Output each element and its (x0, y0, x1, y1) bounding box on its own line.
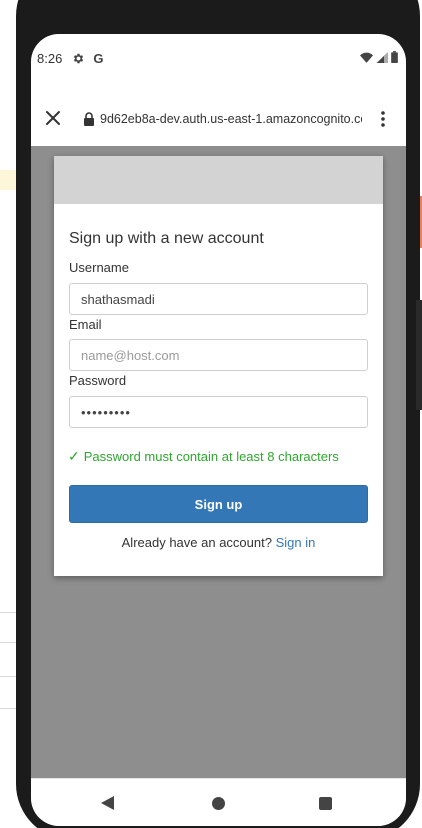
back-icon[interactable] (101, 796, 115, 815)
check-icon: ✓ (68, 448, 80, 464)
page-title: Sign up with a new account (69, 230, 264, 247)
web-page: Sign up with a new account Username Emai… (31, 146, 406, 778)
status-indicators (360, 50, 398, 68)
password-input[interactable] (69, 396, 368, 428)
username-label: Username (69, 260, 129, 275)
google-icon: G (93, 50, 104, 66)
password-rule-text: Password must contain at least 8 charact… (83, 449, 339, 464)
status-bar: 8:26 G (31, 34, 406, 80)
browser-toolbar: 9d62eb8a-dev.auth.us-east-1.amazoncognit… (31, 80, 406, 146)
signin-link[interactable]: Sign in (276, 535, 316, 550)
signup-button[interactable]: Sign up (69, 485, 368, 523)
lock-icon (83, 112, 97, 126)
signal-icon (376, 50, 388, 68)
wifi-icon (360, 50, 373, 68)
username-input[interactable] (69, 283, 368, 315)
signup-card: Sign up with a new account Username Emai… (54, 156, 383, 576)
phone-screen: 8:26 G 9d62eb8a-dev.auth.us-east-1.amazo… (31, 34, 406, 826)
android-nav-bar (31, 778, 406, 826)
recents-icon[interactable] (319, 797, 332, 810)
password-rule: ✓ Password must contain at least 8 chara… (68, 448, 339, 465)
gear-icon (72, 52, 85, 65)
status-time: 8:26 (37, 50, 63, 66)
signin-prompt: Already have an account? (121, 535, 272, 550)
battery-icon (391, 50, 398, 68)
stage: 8:26 G 9d62eb8a-dev.auth.us-east-1.amazo… (0, 0, 422, 828)
card-banner (54, 156, 383, 204)
more-vert-icon[interactable] (373, 106, 393, 132)
url-bar[interactable]: 9d62eb8a-dev.auth.us-east-1.amazoncognit… (100, 112, 362, 126)
password-label: Password (69, 373, 127, 388)
phone-side-button (416, 300, 422, 410)
home-icon[interactable] (212, 797, 225, 810)
email-label: Email (69, 317, 102, 332)
signin-row: Already have an account? Sign in (54, 535, 383, 550)
email-input[interactable] (69, 339, 368, 371)
close-icon[interactable] (41, 106, 65, 130)
